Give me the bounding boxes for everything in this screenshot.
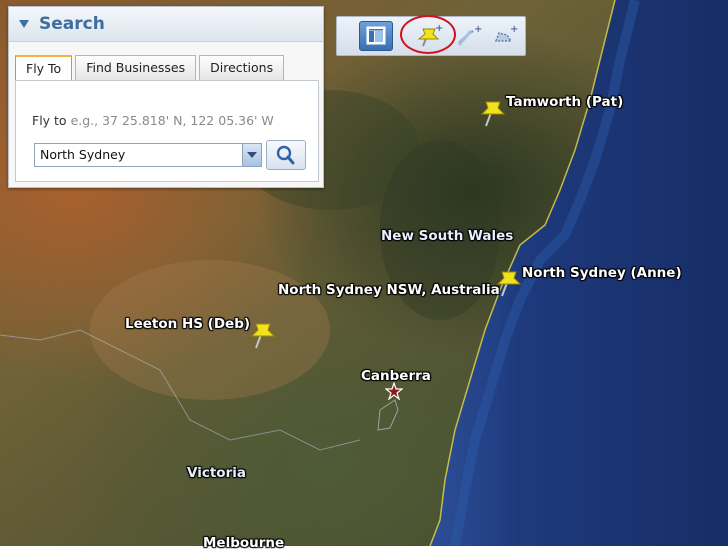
sidebar-toggle-button[interactable] <box>359 21 393 51</box>
tab-find-businesses[interactable]: Find Businesses <box>75 55 197 80</box>
dropdown-arrow-icon[interactable] <box>242 144 261 166</box>
svg-text:+: + <box>435 23 443 34</box>
search-result-label[interactable]: North Sydney NSW, Australia <box>278 282 500 298</box>
search-tabs: Fly To Find Businesses Directions <box>15 55 285 80</box>
add-placemark-icon: + <box>417 23 443 47</box>
placemark-pin-icon[interactable] <box>478 96 508 130</box>
add-path-button[interactable]: + <box>453 21 485 49</box>
search-button[interactable] <box>266 140 306 170</box>
placemark-label-leeton[interactable]: Leeton HS (Deb) <box>125 316 250 332</box>
fly-to-prefix: Fly to <box>32 113 71 128</box>
tab-fly-to[interactable]: Fly To <box>15 55 73 80</box>
placemark-pin-icon[interactable] <box>248 318 278 352</box>
fly-to-example: e.g., 37 25.818' N, 122 05.36' W <box>70 113 274 128</box>
fly-to-location-select[interactable]: North Sydney <box>34 143 262 167</box>
region-label-new-south-wales: New South Wales <box>381 228 514 244</box>
add-placemark-button[interactable]: + <box>413 21 445 49</box>
capital-star-icon[interactable] <box>385 382 403 400</box>
add-polygon-icon: + <box>494 24 518 42</box>
search-panel-title: Search <box>39 14 105 34</box>
search-panel: Search Fly To Find Businesses Directions… <box>8 6 324 188</box>
fly-to-location-value: North Sydney <box>40 147 126 162</box>
add-path-icon: + <box>457 24 482 46</box>
map-toolbar: + + + <box>336 16 526 56</box>
add-polygon-button[interactable]: + <box>489 21 521 49</box>
svg-text:+: + <box>510 24 518 35</box>
svg-text:+: + <box>474 24 482 35</box>
placemark-pin-icon[interactable] <box>494 266 524 300</box>
city-label-melbourne: Melbourne <box>203 535 285 551</box>
fly-to-tab-body: Fly to e.g., 37 25.818' N, 122 05.36' W … <box>15 80 319 182</box>
magnifier-icon <box>276 145 295 165</box>
placemark-label-tamworth[interactable]: Tamworth (Pat) <box>506 94 623 110</box>
sidebar-toggle-icon <box>366 26 386 45</box>
region-label-victoria: Victoria <box>187 465 246 481</box>
fly-to-hint: Fly to e.g., 37 25.818' N, 122 05.36' W <box>32 113 274 128</box>
placemark-label-north-sydney[interactable]: North Sydney (Anne) <box>522 265 682 281</box>
collapse-triangle-icon[interactable] <box>19 20 29 28</box>
tab-directions[interactable]: Directions <box>199 55 285 80</box>
search-panel-header[interactable]: Search <box>9 7 323 42</box>
